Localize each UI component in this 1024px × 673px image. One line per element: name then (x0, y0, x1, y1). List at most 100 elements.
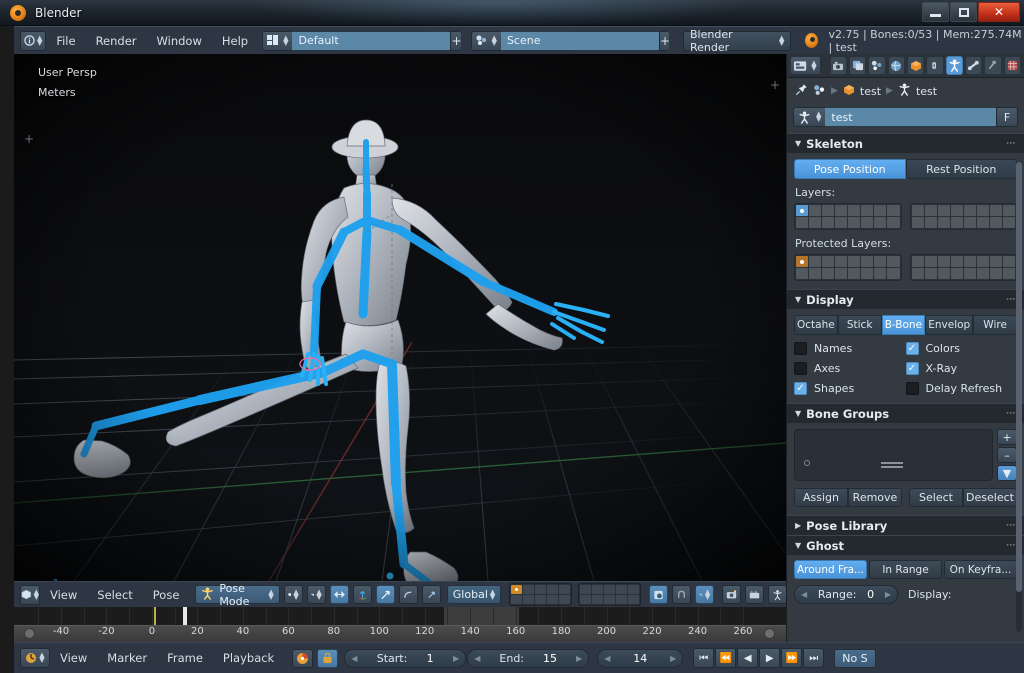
timeline-menu-playback[interactable]: Playback (213, 649, 284, 667)
remove-bone-group-button[interactable]: – (997, 447, 1017, 463)
layer-cell[interactable] (580, 585, 591, 594)
snap-target-icon[interactable]: ▲▼ (695, 585, 714, 604)
layer-cell[interactable] (977, 205, 989, 216)
layer-cell[interactable] (925, 268, 937, 279)
checkbox-box[interactable] (906, 382, 919, 395)
layer-cell[interactable] (628, 595, 639, 604)
close-button[interactable]: ✕ (978, 2, 1020, 22)
remove-button[interactable]: Remove (848, 488, 902, 507)
layer-cell[interactable] (887, 217, 899, 228)
info-editor-icon[interactable]: ▲▼ (20, 31, 46, 51)
timeline-menu-frame[interactable]: Frame (157, 649, 213, 667)
scrollbar-thumb[interactable] (1016, 162, 1022, 592)
panel-header-pose-library[interactable]: ▶ Pose Library ⋯ (787, 515, 1024, 535)
breadcrumb-data-name[interactable]: test (916, 85, 937, 98)
toolshelf-expand-icon[interactable]: + (24, 132, 34, 146)
layer-cell[interactable] (822, 256, 834, 267)
layer-cell[interactable] (604, 595, 615, 604)
checkbox-delay-refresh[interactable]: Delay Refresh (906, 382, 1018, 395)
layer-cell[interactable] (861, 256, 873, 267)
render-engine-selector[interactable]: Blender Render ▲▼ (683, 31, 791, 51)
timeline-ruler[interactable]: -40-200204060801001201401601802002202402… (14, 607, 786, 642)
layer-cell[interactable] (592, 585, 603, 594)
panel-header-bone-groups[interactable]: ▼ Bone Groups ⋯ (787, 403, 1024, 423)
checkbox-box[interactable] (794, 342, 807, 355)
quick-effects-icon[interactable] (768, 585, 787, 604)
texture-icon[interactable] (1004, 56, 1021, 75)
layer-cell[interactable] (925, 256, 937, 267)
layer-cell[interactable] (822, 268, 834, 279)
armature-layer-block-1[interactable] (794, 203, 902, 230)
display-type-bbone[interactable]: B-Bone (882, 315, 926, 335)
ghost-mode-around-frame[interactable]: Around Fra... (794, 560, 867, 579)
render-layers-icon[interactable] (849, 56, 866, 75)
editor-type-icon[interactable]: ▲▼ (790, 56, 821, 75)
layer-cell[interactable] (990, 205, 1002, 216)
ghost-range-field[interactable]: ◀ Range: 0 ▶ (794, 585, 898, 604)
layer-cell[interactable] (559, 585, 570, 594)
checkbox-colors[interactable]: ✓ Colors (906, 342, 1018, 355)
layer-cell[interactable] (990, 256, 1002, 267)
timeline-menu-view[interactable]: View (50, 649, 97, 667)
layer-cell[interactable] (848, 268, 860, 279)
chevron-left-icon[interactable]: ◀ (351, 654, 357, 663)
layer-cell[interactable] (547, 585, 558, 594)
deselect-button[interactable]: Deselect (963, 488, 1017, 507)
layer-cell[interactable] (809, 217, 821, 228)
layer-cell[interactable] (874, 205, 886, 216)
layer-cell[interactable] (809, 205, 821, 216)
screen-layout-value[interactable]: Default (292, 31, 450, 51)
3d-viewport[interactable]: User Persp Meters + + z y x (14) test : … (14, 54, 786, 581)
layer-cell[interactable] (912, 268, 924, 279)
menu-render[interactable]: Render (86, 32, 147, 50)
pin-icon[interactable] (795, 83, 808, 99)
armature-name-input[interactable]: test (825, 107, 996, 127)
armature-data-icon[interactable] (946, 56, 963, 75)
layer-cell[interactable] (1003, 217, 1015, 228)
layer-cell[interactable] (990, 217, 1002, 228)
manipulator-translate-icon[interactable] (353, 585, 372, 604)
checkbox-shapes[interactable]: ✓ Shapes (794, 382, 906, 395)
layer-cell[interactable] (912, 205, 924, 216)
timeline-marker[interactable] (154, 607, 156, 625)
layer-cell[interactable] (580, 595, 591, 604)
panel-header-skeleton[interactable]: ▼ Skeleton ⋯ (787, 133, 1024, 153)
layer-cell[interactable] (1003, 205, 1015, 216)
render-animation-icon[interactable] (745, 585, 764, 604)
layer-cell[interactable] (848, 217, 860, 228)
chevron-left-icon[interactable]: ◀ (801, 590, 807, 599)
layer-cell[interactable] (887, 205, 899, 216)
layer-cell[interactable] (1003, 268, 1015, 279)
layer-cell[interactable] (938, 268, 950, 279)
start-frame-field[interactable]: ◀ Start: 1 ▶ (344, 649, 466, 668)
end-frame-field[interactable]: ◀ End: 15 ▶ (467, 649, 589, 668)
layer-cell[interactable] (938, 217, 950, 228)
play-reverse-icon[interactable]: ◀ (737, 648, 758, 668)
layer-cell[interactable] (964, 256, 976, 267)
auto-key-icon[interactable] (292, 649, 313, 668)
ghost-mode-on-keyframes[interactable]: On Keyfra... (944, 560, 1017, 579)
previous-keyframe-icon[interactable]: ⏪ (715, 648, 736, 668)
ghost-mode-in-range[interactable]: In Range (869, 560, 942, 579)
timeline-scroll-left-handle[interactable] (24, 628, 35, 639)
select-button[interactable]: Select (909, 488, 963, 507)
render-image-icon[interactable] (722, 585, 741, 604)
object-icon[interactable] (843, 84, 855, 99)
pivot-point-button[interactable]: ▲▼ (307, 585, 326, 604)
layer-cell[interactable] (835, 268, 847, 279)
checkbox-box[interactable] (794, 362, 807, 375)
layer-cell[interactable] (822, 205, 834, 216)
play-icon[interactable]: ▶ (759, 648, 780, 668)
layer-cell[interactable] (848, 256, 860, 267)
layer-cell[interactable] (861, 205, 873, 216)
layer-cell[interactable] (523, 595, 534, 604)
minimize-button[interactable] (922, 2, 949, 22)
constraints-icon[interactable] (926, 56, 943, 75)
layer-cell[interactable] (977, 268, 989, 279)
timeline-icon[interactable]: ▲▼ (20, 648, 50, 668)
layer-cell[interactable] (874, 268, 886, 279)
layer-cell[interactable] (964, 268, 976, 279)
layer-cell[interactable] (616, 595, 627, 604)
layer-cell[interactable] (977, 217, 989, 228)
layer-cell[interactable] (809, 268, 821, 279)
